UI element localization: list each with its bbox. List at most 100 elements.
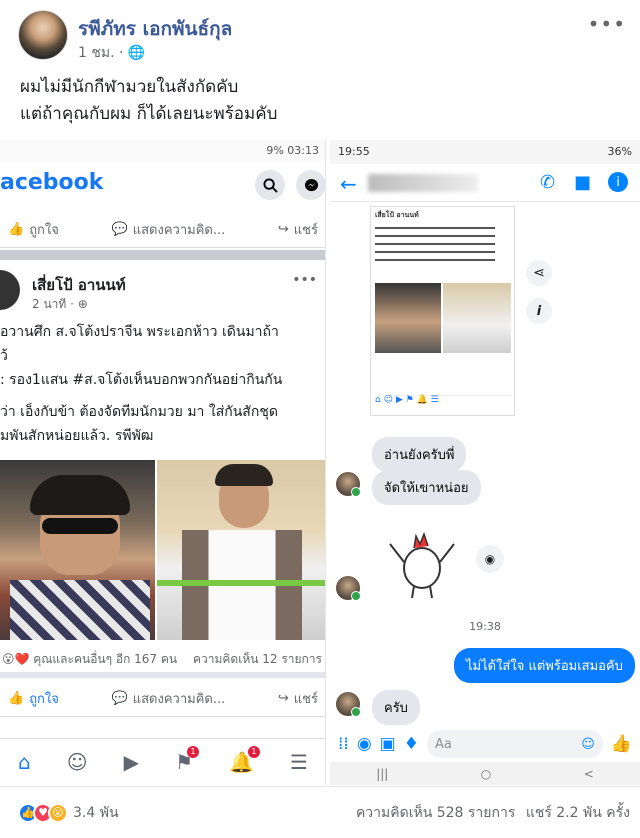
mic-icon: ♦	[403, 734, 419, 754]
menu-icon: ☰	[289, 749, 308, 774]
image-icon: ▣	[379, 734, 396, 754]
message-timestamp: 19:38	[469, 620, 501, 633]
post-meta: 1 ชม. · 🌐	[78, 42, 145, 64]
back-arrow-icon: ←	[340, 172, 357, 196]
post-header: รพีภัทร เอกพันธ์กุล 1 ชม. · 🌐 ••• ผมไม่ม…	[0, 0, 640, 140]
info-icon: i	[526, 298, 552, 324]
reactions-row: 😮❤️ คุณและคนอื่นๆ อีก 167 คน ความคิดเห็น…	[0, 650, 325, 669]
mini-post-author: เสี่ยโป้ อานนท์	[375, 211, 419, 219]
emoji-icon: ☺	[581, 736, 595, 752]
globe-icon: ⊕	[77, 297, 88, 311]
mini-nav-icons: ⌂ ☺ ▶ ⚑ 🔔 ☰	[375, 395, 512, 407]
comment-icon: 💬	[111, 691, 128, 706]
hair-shape	[215, 464, 273, 486]
thumbs-up-icon: 👍	[8, 691, 25, 706]
system-navigation: ||| ○ <	[330, 762, 640, 785]
mini-photo	[375, 283, 441, 353]
sunglasses-shape	[42, 518, 118, 534]
right-screenshot: 19:55 36% ← ✆ ■ i เสี่ยโป้ อานนท์ ⌂ ☺ ▶ …	[330, 140, 640, 785]
status-time: 19:55	[338, 145, 370, 158]
photo-man-sunglasses	[0, 460, 155, 640]
mini-post-text-lines	[375, 227, 495, 267]
back-icon: <	[583, 766, 594, 781]
mini-photo	[443, 283, 511, 353]
action-bar: 👍 ถูกใจ 💬 แสดงความคิด... ↪ แชร์	[0, 212, 325, 248]
post-text-line: แต่ถ้าคุณกับผม ก็ได้เลยนะพร้อมคับ	[20, 104, 278, 124]
message-input: Aa ☺	[426, 730, 603, 758]
separator	[0, 672, 325, 678]
comments-count: ความคิดเห็น 12 รายการ	[192, 652, 322, 666]
post-author[interactable]: รพีภัทร เอกพันธ์กุล	[78, 14, 232, 44]
action-bar: 👍 ถูกใจ 💬 แสดงความคิด... ↪ แชร์	[0, 681, 325, 717]
status-battery: 36%	[607, 145, 632, 158]
contact-avatar	[336, 576, 361, 601]
post-line: ว้	[0, 348, 8, 364]
reactions-text: 😮❤️ คุณและคนอื่นๆ อีก 167 คน	[2, 652, 178, 666]
post-line: มพันสักหน่อยแล้ว. รพีพัฒ	[0, 428, 154, 444]
chicken-sticker	[386, 526, 458, 600]
thumbs-up-icon: 👍	[8, 222, 25, 237]
author-avatar[interactable]	[18, 10, 68, 60]
home-button-icon: ○	[480, 766, 492, 781]
comments-count[interactable]: ความคิดเห็น 528 รายการ	[356, 805, 515, 821]
comment-icon: 💬	[111, 222, 128, 237]
bell-icon: 🔔 1	[229, 745, 260, 774]
reactions-summary[interactable]: 👍 ♥ 😮 3.4 พัน	[18, 802, 119, 824]
shared-post-text: อวานศึก ส.จโต้งปราจีน พระเอกห้าว เดินมาถ…	[0, 320, 325, 448]
ring-rope	[157, 580, 325, 586]
wow-reaction-icon: 😮	[48, 802, 68, 823]
watch-icon: ▶	[123, 749, 140, 774]
post-text-line: ผมไม่มีนักกีฬามวยในสังกัดคับ	[20, 77, 239, 97]
post-line: อวานศึก ส.จโต้งปราจีน พระเอกห้าว เดินมาถ…	[0, 324, 279, 340]
camera-icon: ◉	[356, 734, 372, 754]
message-bubble: อ่านยังครับพี่	[372, 437, 467, 472]
info-icon: i	[608, 172, 628, 192]
contact-avatar	[336, 472, 361, 497]
bottom-navigation: ⌂ ☺ ▶ ⚑ 1 🔔 1 ☰	[0, 738, 325, 784]
share-button: ↪ แชร์	[277, 691, 318, 707]
post-time[interactable]: 1 ชม. ·	[78, 45, 123, 61]
reaction-icons: 😮❤️	[2, 652, 34, 666]
pages-icon: ⚑ 1	[175, 745, 199, 774]
shared-post-meta: 2 นาที · ⊕	[32, 297, 88, 311]
contact-avatar	[336, 692, 361, 717]
forwarded-post-preview: เสี่ยโป้ อานนท์ ⌂ ☺ ▶ ⚑ 🔔 ☰	[370, 206, 515, 416]
home-icon: ⌂	[18, 749, 31, 774]
plaid-shirt-shape	[10, 580, 150, 640]
message-bubble: ครับ	[372, 690, 420, 725]
separator	[0, 250, 325, 260]
phone-icon: ✆	[540, 172, 556, 193]
groups-icon: ☺	[66, 749, 88, 774]
post-line: : รอง1แสน #ส.จโต้งเห็นบอกพวกกันอย่ากินกั…	[0, 372, 283, 388]
apps-icon: ⁞⁞	[338, 734, 349, 754]
post-text: ผมไม่มีนักกีฬามวยในสังกัดคับ แต่ถ้าคุณกั…	[20, 74, 277, 128]
shares-count[interactable]: แชร์ 2.2 พัน ครั้ง	[526, 805, 630, 821]
post-line: ว่า เอ็งกับข้า ต้องจัดทีมนักมวย มา ใส่กั…	[0, 404, 278, 420]
chat-header: ← ✆ ■ i	[330, 166, 640, 202]
more-options-icon: •••	[292, 272, 317, 288]
more-options-icon[interactable]: •••	[588, 12, 626, 36]
search-icon	[255, 170, 285, 200]
avatar	[0, 270, 20, 310]
message-bubble: จัดให้เขาหน่อย	[372, 470, 481, 505]
blurred-contact-name	[368, 174, 478, 192]
share-icon: ↪	[277, 222, 289, 237]
shared-post-author: เสี่ยโป้ อานนท์	[32, 276, 126, 294]
messenger-icon	[296, 170, 325, 200]
globe-icon: 🌐	[127, 45, 146, 61]
comment-button: 💬 แสดงความคิด...	[111, 691, 226, 707]
photo-man-tattoos	[157, 460, 325, 640]
notification-badge: 1	[247, 745, 260, 758]
recent-apps-icon: |||	[376, 766, 389, 781]
post-footer: 👍 ♥ 😮 3.4 พัน ความคิดเห็น 528 รายการ แชร…	[0, 786, 640, 838]
hair-shape	[30, 475, 130, 515]
camera-icon: ◉	[476, 545, 504, 573]
share-icon: ↪	[277, 691, 289, 706]
engagement-counts: ความคิดเห็น 528 รายการ แชร์ 2.2 พัน ครั้…	[356, 802, 630, 824]
like-button: 👍 ถูกใจ	[8, 222, 59, 238]
compose-bar: ⁞⁞ ◉ ▣ ♦ Aa ☺ 👍	[330, 726, 640, 762]
share-button: ↪ แชร์	[277, 222, 318, 238]
status-bar: 9% 03:13	[0, 140, 325, 162]
thumbs-up-icon: 👍	[610, 734, 632, 754]
reactions-count: 3.4 พัน	[73, 804, 119, 821]
